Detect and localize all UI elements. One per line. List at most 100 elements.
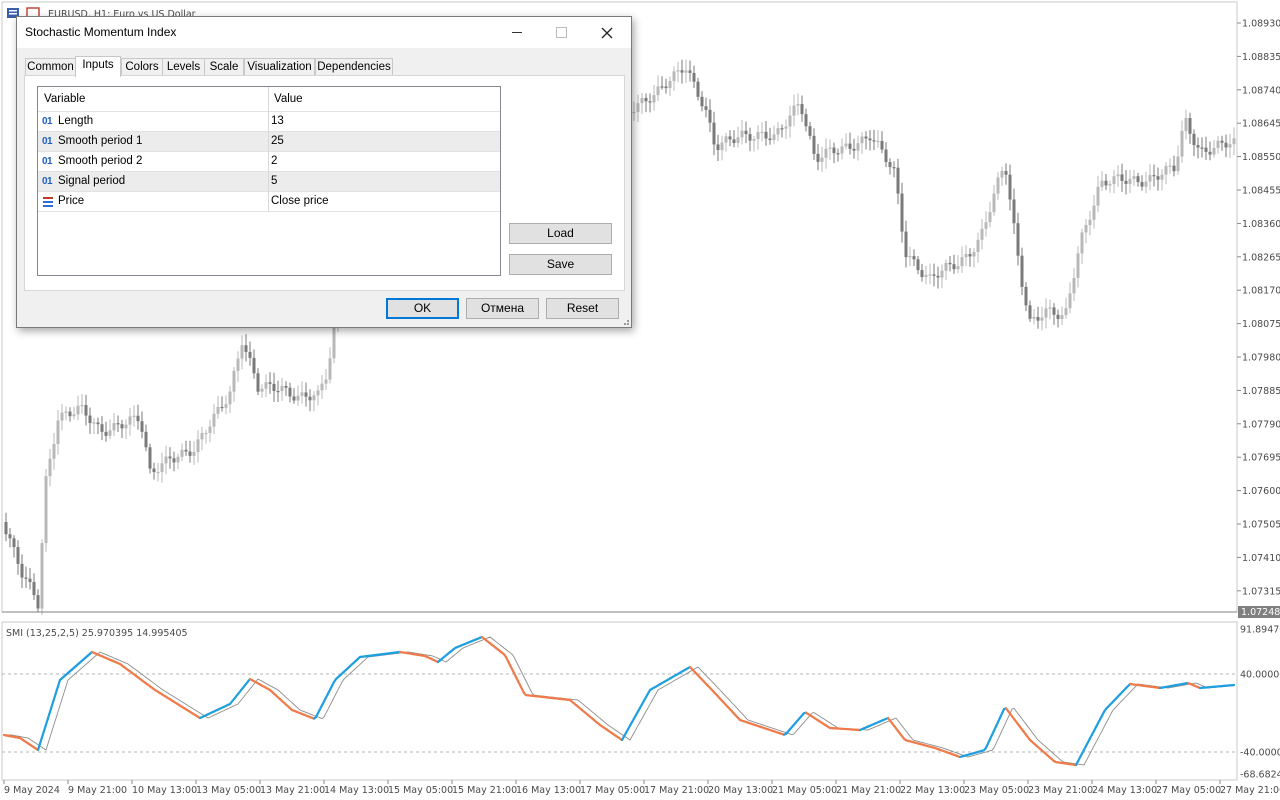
candle-body (1232, 138, 1236, 145)
candle-body (320, 383, 324, 391)
candle-body (724, 136, 728, 143)
price-tick-label: 1.08740 (1242, 85, 1280, 96)
candle-body (112, 423, 116, 431)
table-row[interactable]: 01 Smooth period 1 25 (38, 132, 500, 152)
tab-scale[interactable]: Scale (204, 58, 244, 76)
time-tick-label: 17 May 05:00 (580, 785, 645, 796)
candle-body (1036, 317, 1040, 321)
candle-body (244, 345, 248, 352)
tab-colors[interactable]: Colors (121, 58, 163, 76)
candle-body (1020, 255, 1024, 287)
inputs-grid: Variable Value 01 Length 13 01 Smooth pe… (37, 86, 501, 276)
candle-body (728, 136, 732, 140)
tab-dependencies[interactable]: Dependencies (315, 58, 393, 76)
candle-body (676, 70, 680, 72)
candle-body (128, 416, 132, 425)
load-button[interactable]: Load (509, 223, 612, 244)
reset-button[interactable]: Reset (546, 298, 619, 319)
candle-body (1184, 118, 1188, 131)
candle-body (272, 383, 276, 391)
tab-levels[interactable]: Levels (162, 58, 205, 76)
candle-body (828, 147, 832, 149)
candle-body (700, 96, 704, 107)
candle-body (248, 351, 252, 358)
candle-body (832, 147, 836, 154)
candle-body (852, 148, 856, 151)
param-value[interactable]: 25 (271, 135, 284, 147)
candle-body (1016, 223, 1020, 256)
candle-body (1128, 178, 1132, 184)
candle-body (904, 231, 908, 258)
price-tick-label: 1.07790 (1242, 419, 1280, 430)
indicator-tick-label: -68.68244 (1240, 770, 1280, 781)
tab-visualization[interactable]: Visualization (244, 58, 315, 76)
time-tick-label: 21 May 05:00 (772, 785, 837, 796)
candle-body (768, 138, 772, 141)
table-row[interactable]: 01 Signal period 5 (38, 172, 500, 192)
inputs-panel: Variable Value 01 Length 13 01 Smooth pe… (24, 75, 625, 291)
candle-body (116, 423, 120, 425)
price-tick-label: 1.08075 (1242, 319, 1280, 330)
candle-body (804, 114, 808, 127)
save-button[interactable]: Save (509, 254, 612, 275)
candle-body (28, 578, 32, 583)
resize-grip-icon[interactable] (620, 316, 630, 326)
candle-body (956, 266, 960, 270)
param-value[interactable]: Close price (271, 195, 329, 207)
candle-body (780, 128, 784, 130)
indicator-properties-dialog: Stochastic Momentum Index Common Inputs … (16, 16, 632, 328)
candle-body (1108, 184, 1112, 186)
candle-body (1132, 176, 1136, 179)
candle-body (984, 222, 988, 229)
tab-common[interactable]: Common (25, 58, 76, 76)
candle-body (656, 86, 660, 96)
candle-body (668, 81, 672, 89)
price-tick-label: 1.07600 (1242, 486, 1280, 497)
param-value[interactable]: 5 (271, 175, 277, 187)
candle-body (652, 95, 656, 103)
candle-body (788, 115, 792, 127)
candle-body (1076, 253, 1080, 278)
integer-icon: 01 (42, 156, 53, 167)
candle-body (192, 452, 196, 456)
indicator-label: SMI (13,25,2,5) 25.970395 14.995405 (6, 628, 188, 639)
dialog-titlebar[interactable]: Stochastic Momentum Index (17, 17, 631, 48)
close-icon (601, 27, 612, 38)
param-name: Smooth period 1 (58, 135, 143, 147)
candle-body (684, 70, 688, 73)
time-tick-label: 15 May 05:00 (388, 785, 453, 796)
candle-body (1092, 205, 1096, 220)
candle-body (1008, 174, 1012, 200)
param-value[interactable]: 13 (271, 115, 284, 127)
cancel-button[interactable]: Отмена (466, 298, 539, 319)
table-row[interactable]: 01 Smooth period 2 2 (38, 152, 500, 172)
integer-icon: 01 (42, 176, 53, 187)
candle-body (256, 373, 260, 392)
minimize-icon (511, 32, 522, 33)
price-tick-label: 1.08265 (1242, 252, 1280, 263)
price-tick-label: 1.07885 (1242, 386, 1280, 397)
candle-body (924, 274, 928, 278)
candle-body (1136, 176, 1140, 183)
candle-body (916, 259, 920, 271)
indicator-tick-label: 91.89470 (1240, 625, 1280, 636)
candle-body (1156, 176, 1160, 180)
candle-body (1140, 182, 1144, 187)
candle-body (148, 447, 152, 469)
candle-body (744, 130, 748, 135)
time-tick-label: 27 May 05:00 (1156, 785, 1221, 796)
param-value[interactable]: 2 (271, 155, 277, 167)
candle-body (1160, 174, 1164, 180)
close-button[interactable] (584, 17, 629, 48)
table-row[interactable]: Price Close price (38, 192, 500, 212)
ok-button[interactable]: OK (386, 298, 459, 319)
candle-body (944, 262, 948, 271)
candle-body (4, 522, 8, 535)
tab-inputs[interactable]: Inputs (75, 56, 121, 77)
table-row[interactable]: 01 Length 13 (38, 112, 500, 132)
candle-body (672, 71, 676, 82)
minimize-button[interactable] (494, 17, 539, 48)
candle-body (940, 270, 944, 278)
candle-body (92, 422, 96, 424)
candle-body (844, 143, 848, 147)
